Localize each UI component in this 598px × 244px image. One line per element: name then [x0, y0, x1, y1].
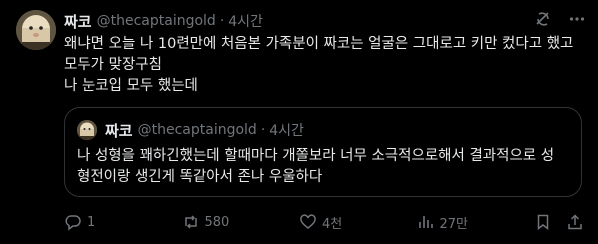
quote-author-name: 짜코: [105, 121, 133, 140]
heart-icon: [299, 213, 317, 231]
repost-button[interactable]: 580: [182, 213, 242, 231]
separator: ·: [219, 13, 225, 29]
reply-button[interactable]: 1: [64, 213, 124, 231]
post-time[interactable]: 4시간: [228, 11, 263, 31]
grok-icon[interactable]: [534, 10, 552, 28]
share-icon[interactable]: [566, 213, 584, 231]
quote-header: 짜코 @thecaptaingold · 4시간: [105, 119, 569, 141]
like-button[interactable]: 4천: [299, 213, 359, 232]
post-text-line: 왜냐면 오늘 나 10련만에 처음본 가족분이 짜코는 얼굴은 그대로고 키만 …: [64, 36, 574, 52]
views-icon: [417, 213, 435, 231]
quote-avatar: [77, 120, 97, 140]
header-icons: [534, 10, 586, 28]
quoted-post[interactable]: 짜코 @thecaptaingold · 4시간 나 성형을 꽤하긴했는데 할때…: [64, 107, 582, 197]
reply-icon: [64, 213, 82, 231]
quote-author-handle: @thecaptaingold: [137, 122, 257, 138]
quote-separator: ·: [260, 122, 266, 138]
repost-count: 580: [204, 214, 230, 230]
author-name[interactable]: 짜코: [64, 11, 92, 32]
reply-count: 1: [87, 214, 96, 230]
bookmark-icon[interactable]: [534, 213, 552, 231]
quote-text: 나 성형을 꽤하긴했는데 할때마다 개쫄보라 너무 소극적으로해서 결과적으로 …: [77, 146, 571, 188]
action-extras: [534, 213, 584, 231]
post-text-line: 나 눈코입 모두 했는데: [64, 78, 198, 94]
quote-text-line: 형전이랑 생긴게 똑같아서 존나 우울하다: [77, 169, 323, 185]
author-handle[interactable]: @thecaptaingold: [97, 13, 216, 29]
quote-time: 4시간: [269, 123, 304, 139]
post-text-line: 모두가 맞장구침: [64, 57, 162, 73]
like-count: 4천: [322, 216, 343, 232]
avatar[interactable]: [16, 10, 56, 50]
post-text: 왜냐면 오늘 나 10련만에 처음본 가족분이 짜코는 얼굴은 그대로고 키만 …: [64, 34, 584, 97]
quote-text-line: 나 성형을 꽤하긴했는데 할때마다 개쫄보라 너무 소극적으로해서 결과적으로 …: [77, 148, 555, 164]
view-count: 27만: [439, 216, 469, 232]
repost-icon: [182, 213, 200, 231]
views-button[interactable]: 27만: [417, 213, 477, 232]
more-icon[interactable]: [568, 10, 586, 28]
post[interactable]: 짜코 @thecaptaingold · 4시간 왜냐면 오늘 나 10련만에 …: [0, 0, 598, 244]
action-bar: 1 580 4천 27만: [64, 210, 584, 234]
post-header: 짜코 @thecaptaingold · 4시간: [64, 10, 586, 32]
